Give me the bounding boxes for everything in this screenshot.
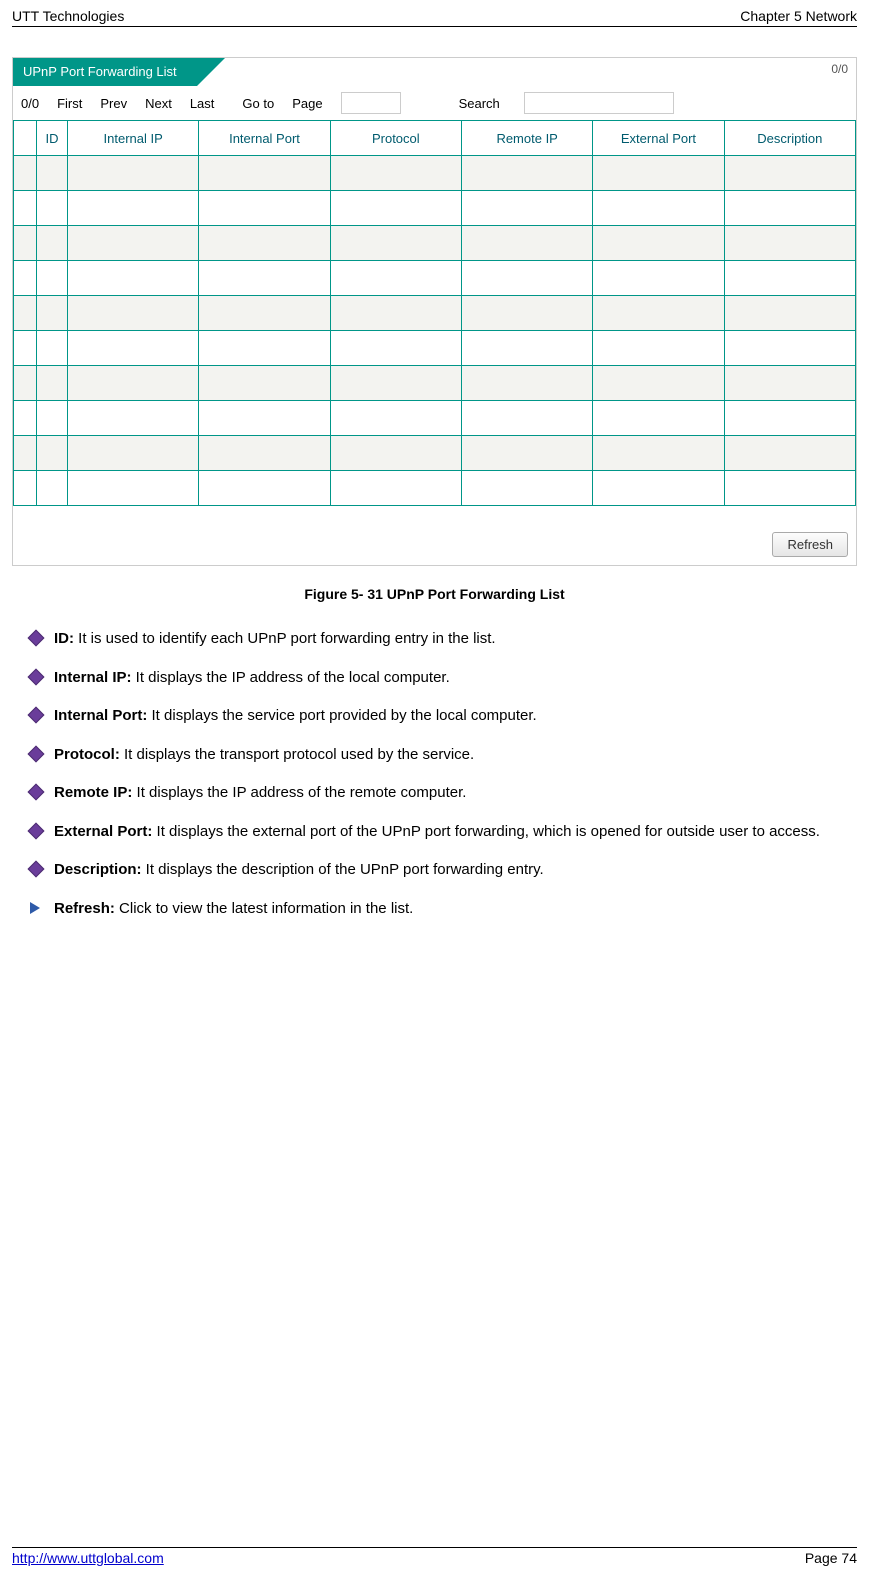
pager-first[interactable]: First — [57, 96, 82, 111]
bullet-rip-bold: Remote IP: — [54, 784, 132, 801]
table-row — [14, 436, 856, 471]
header-right: Chapter 5 Network — [740, 8, 857, 24]
bullet-id: ID: It is used to identify each UPnP por… — [30, 628, 853, 651]
bullet-eport-text: It displays the external port of the UPn… — [152, 823, 820, 840]
bullet-protocol: Protocol: It displays the transport prot… — [30, 744, 853, 767]
pager-last[interactable]: Last — [190, 96, 215, 111]
bullet-proto-bold: Protocol: — [54, 746, 120, 763]
upnp-list-screenshot: UPnP Port Forwarding List 0/0 0/0 First … — [12, 57, 857, 566]
pager-prev[interactable]: Prev — [100, 96, 127, 111]
bullet-iip-text: It displays the IP address of the local … — [132, 669, 450, 686]
col-remote-ip: Remote IP — [461, 121, 592, 156]
page-input[interactable] — [341, 92, 401, 114]
bullet-external-port: External Port: It displays the external … — [30, 821, 853, 844]
tab-upnp-forwarding[interactable]: UPnP Port Forwarding List — [13, 58, 197, 86]
bullet-id-text: It is used to identify each UPnP port fo… — [74, 630, 496, 647]
col-protocol: Protocol — [330, 121, 461, 156]
table-row — [14, 296, 856, 331]
pager-page-label: Page — [292, 96, 322, 111]
bullet-remote-ip: Remote IP: It displays the IP address of… — [30, 782, 853, 805]
col-id: ID — [37, 121, 68, 156]
table-row — [14, 401, 856, 436]
col-description: Description — [724, 121, 855, 156]
bullet-iport-bold: Internal Port: — [54, 707, 147, 724]
bullet-internal-port: Internal Port: It displays the service p… — [30, 705, 853, 728]
search-input[interactable] — [524, 92, 674, 114]
footer-page: Page 74 — [805, 1550, 857, 1566]
bullet-desc-bold: Description: — [54, 861, 142, 878]
bullet-refresh-bold: Refresh: — [54, 900, 115, 917]
refresh-button[interactable]: Refresh — [772, 532, 848, 557]
col-internal-port: Internal Port — [199, 121, 330, 156]
table-row — [14, 366, 856, 401]
bullet-refresh-text: Click to view the latest information in … — [115, 900, 413, 917]
bullet-rip-text: It displays the IP address of the remote… — [132, 784, 466, 801]
bullet-internal-ip: Internal IP: It displays the IP address … — [30, 667, 853, 690]
col-internal-ip: Internal IP — [68, 121, 199, 156]
header-left: UTT Technologies — [12, 8, 124, 24]
bullet-iport-text: It displays the service port provided by… — [147, 707, 536, 724]
table-row — [14, 191, 856, 226]
bullet-description: Description: It displays the description… — [30, 859, 853, 882]
bullet-desc-text: It displays the description of the UPnP … — [142, 861, 544, 878]
table-row — [14, 156, 856, 191]
top-count: 0/0 — [831, 62, 848, 76]
bullet-iip-bold: Internal IP: — [54, 669, 132, 686]
pager-next[interactable]: Next — [145, 96, 172, 111]
pager-count: 0/0 — [21, 96, 39, 111]
footer-url[interactable]: http://www.uttglobal.com — [12, 1550, 164, 1566]
col-checkbox — [14, 121, 37, 156]
search-label: Search — [459, 96, 500, 111]
col-external-port: External Port — [593, 121, 724, 156]
table-row — [14, 331, 856, 366]
table-row — [14, 261, 856, 296]
pager-goto[interactable]: Go to — [242, 96, 274, 111]
bullet-eport-bold: External Port: — [54, 823, 152, 840]
bullet-refresh: Refresh: Click to view the latest inform… — [30, 898, 853, 921]
bullet-proto-text: It displays the transport protocol used … — [120, 746, 474, 763]
upnp-table: ID Internal IP Internal Port Protocol Re… — [13, 120, 856, 506]
table-row — [14, 471, 856, 506]
figure-caption: Figure 5- 31 UPnP Port Forwarding List — [12, 586, 857, 602]
table-row — [14, 226, 856, 261]
bullet-id-bold: ID: — [54, 630, 74, 647]
